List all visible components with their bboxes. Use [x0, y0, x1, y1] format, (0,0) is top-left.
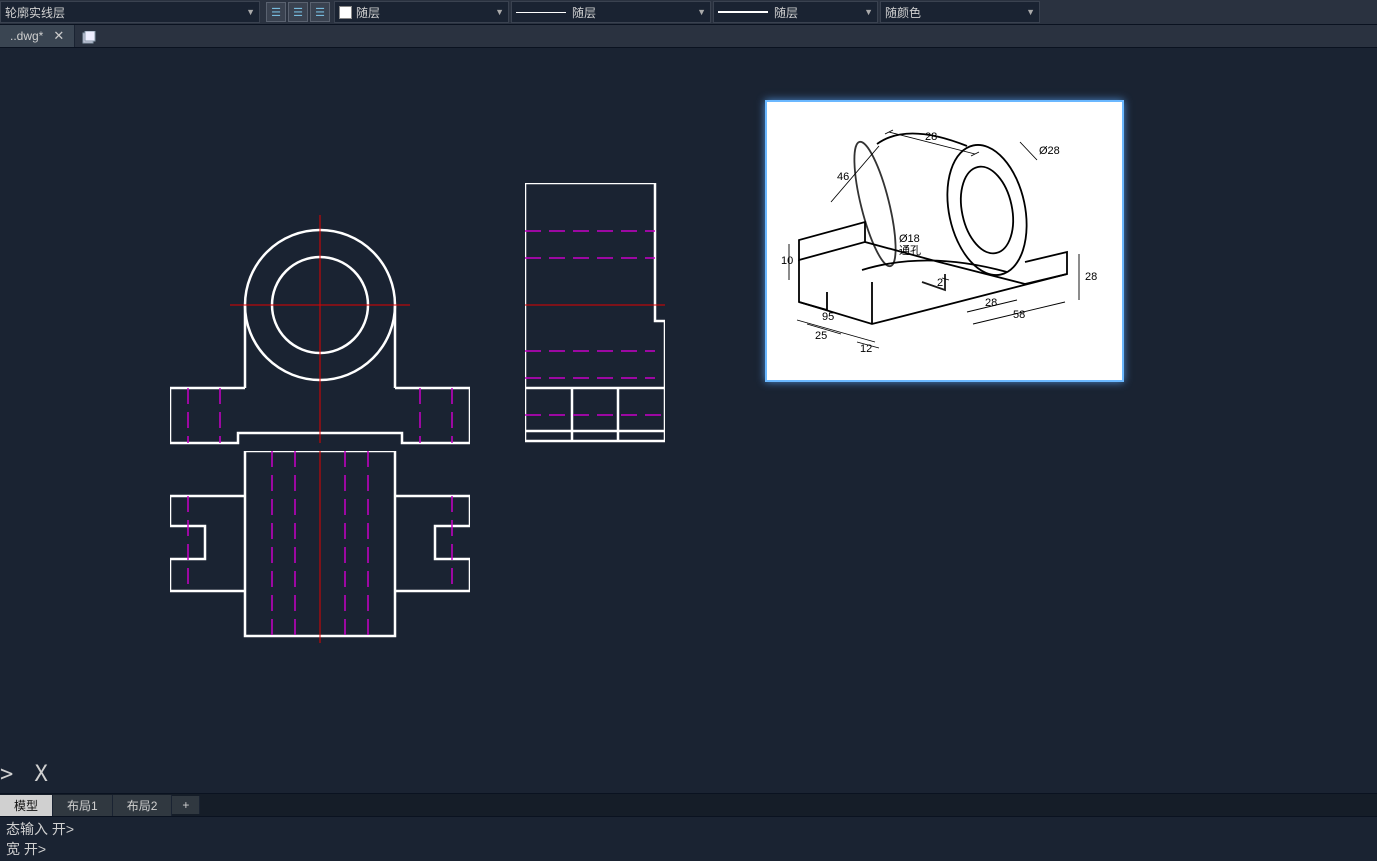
chevron-down-icon: ▼: [246, 7, 255, 17]
color-swatch-icon: [339, 6, 352, 19]
dim-28c: 28: [1085, 271, 1097, 283]
color-dropdown[interactable]: 随层 ▼: [334, 1, 509, 23]
color-bylayer-label: 随层: [356, 4, 380, 21]
command-prompt-indicator: > X: [0, 762, 52, 787]
file-tab[interactable]: ..dwg* ✕: [0, 25, 75, 47]
layer-states-icon[interactable]: ☰: [266, 2, 286, 22]
tab-layout2[interactable]: 布局2: [113, 795, 173, 816]
chevron-down-icon: ▼: [1026, 7, 1035, 17]
cmd-history-line: 宽 开>: [6, 839, 1371, 859]
chevron-down-icon: ▼: [864, 7, 873, 17]
layer-tool-icons: ☰ ☰ ☰: [266, 2, 330, 22]
dim-thru: 通孔: [899, 244, 921, 257]
lineweight-dropdown[interactable]: 随层 ▼: [713, 1, 878, 23]
chevron-down-icon: ▼: [495, 7, 504, 17]
plotstyle-label: 随颜色: [885, 4, 921, 21]
dim-46: 46: [837, 171, 849, 183]
dim-28: 28: [925, 131, 937, 143]
layer-iso-icon[interactable]: ☰: [288, 2, 308, 22]
dim-phi28: Ø28: [1039, 145, 1060, 157]
file-tab-bar: ..dwg* ✕: [0, 25, 1377, 48]
linetype-dropdown[interactable]: 随层 ▼: [511, 1, 711, 23]
dim-58: 58: [1013, 309, 1025, 321]
reference-image: 28 Ø28 46 Ø18 通孔 10 25 12 2 28 58 28 95: [765, 100, 1124, 382]
dim-28b: 28: [985, 297, 997, 309]
tab-layout1[interactable]: 布局1: [53, 795, 113, 816]
layer-off-icon[interactable]: ☰: [310, 2, 330, 22]
linetype-preview-icon: [516, 12, 566, 13]
lineweight-bylayer-label: 随层: [774, 4, 798, 21]
file-tab-label: ..dwg*: [10, 29, 43, 43]
command-line[interactable]: 态输入 开> 宽 开>: [0, 816, 1377, 861]
lineweight-preview-icon: [718, 11, 768, 13]
front-view-drawing: [170, 173, 470, 453]
dim-25: 25: [815, 330, 827, 342]
layer-dropdown[interactable]: 轮廓实线层 ▼: [0, 1, 260, 23]
layout-tab-bar: 模型 布局1 布局2 +: [0, 793, 1377, 816]
top-view-drawing: [170, 451, 470, 651]
linetype-bylayer-label: 随层: [572, 4, 596, 21]
dim-95: 95: [822, 311, 834, 323]
layer-name: 轮廓实线层: [5, 4, 65, 21]
side-view-drawing: [525, 183, 665, 443]
drawing-canvas[interactable]: 28 Ø28 46 Ø18 通孔 10 25 12 2 28 58 28 95 …: [0, 48, 1377, 793]
properties-toolbar: 轮廓实线层 ▼ ☰ ☰ ☰ 随层 ▼ 随层 ▼ 随层 ▼ 随颜色 ▼: [0, 0, 1377, 25]
chevron-down-icon: ▼: [697, 7, 706, 17]
new-tab-button[interactable]: [79, 29, 99, 47]
dim-phi18: Ø18: [899, 233, 920, 245]
dim-2: 2: [937, 277, 943, 289]
tab-model[interactable]: 模型: [0, 795, 53, 816]
plotstyle-dropdown[interactable]: 随颜色 ▼: [880, 1, 1040, 23]
cmd-history-line: 态输入 开>: [6, 819, 1371, 839]
close-icon[interactable]: ✕: [53, 28, 64, 44]
tab-add[interactable]: +: [172, 796, 200, 814]
dim-12: 12: [860, 343, 872, 355]
dim-10: 10: [781, 255, 793, 267]
